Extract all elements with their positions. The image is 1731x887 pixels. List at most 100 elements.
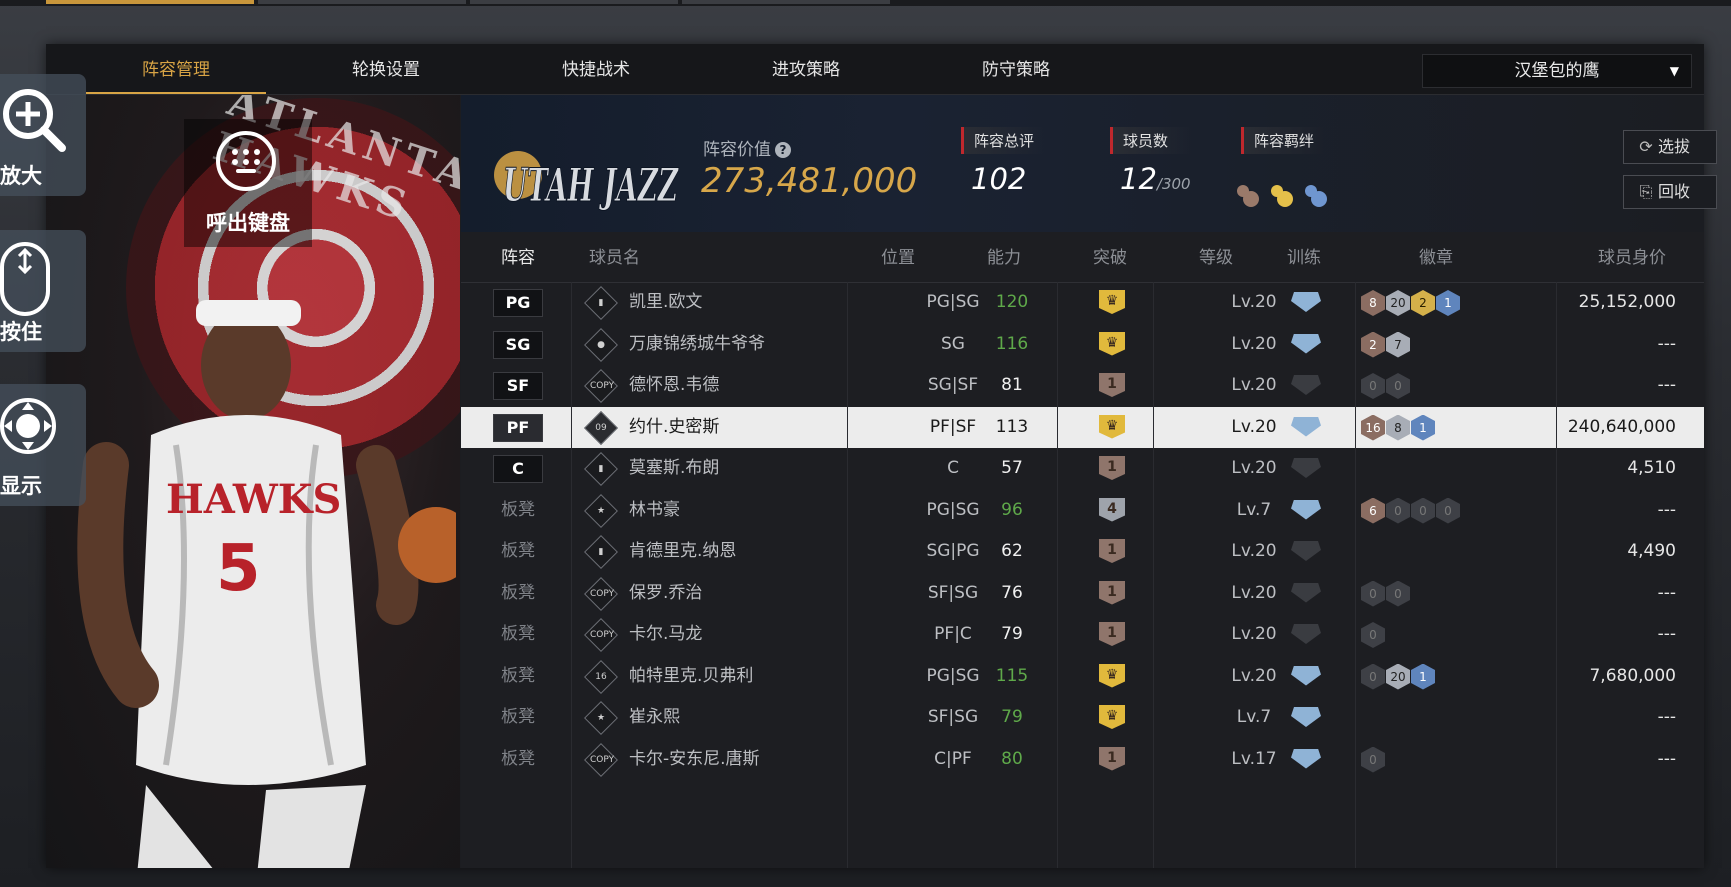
breakthrough-level-icon[interactable]: 1 — [1099, 373, 1125, 397]
slot-badge: PG — [493, 289, 543, 317]
table-header: 阵容 球员名 位置 能力 突破 等级 训练 徽章 球员身价 — [461, 232, 1704, 283]
player-ability: 79 — [1001, 707, 1023, 727]
slot-badge: C — [493, 455, 543, 483]
player-value: --- — [1657, 748, 1676, 769]
badge-icon[interactable]: 1 — [1411, 414, 1435, 441]
player-ability: 62 — [1001, 541, 1023, 561]
slot-badge: PF — [493, 413, 543, 442]
top-tab-indicator[interactable] — [682, 0, 890, 4]
badge-icon[interactable]: 0 — [1361, 373, 1385, 399]
player-name: 万康锦绣城牛爷爷 — [629, 333, 765, 354]
player-value: --- — [1657, 499, 1676, 520]
recycle-button[interactable]: ⎘ 回收 — [1623, 175, 1717, 209]
refresh-icon: ⟳ — [1639, 137, 1653, 156]
table-row[interactable]: SG ● 万康锦绣城牛爷爷 SG 116 ♛ Lv.20 2 7 --- — [461, 324, 1704, 365]
top-tab-indicator[interactable] — [470, 0, 678, 4]
jersey-number: 5 — [216, 532, 261, 606]
column-divider — [1355, 282, 1356, 868]
badge-icon[interactable]: 0 — [1386, 497, 1410, 524]
badge-icon[interactable]: 0 — [1386, 580, 1410, 607]
badge-icon[interactable]: 0 — [1386, 373, 1410, 399]
breakthrough-level-icon[interactable]: 4 — [1099, 497, 1125, 522]
player-level: Lv.20 — [1231, 292, 1277, 312]
col-level: 等级 — [1199, 248, 1233, 268]
player-type-icon: COPY — [584, 369, 618, 403]
badge-icon[interactable]: 0 — [1361, 622, 1385, 648]
badge-icon[interactable]: 0 — [1411, 497, 1435, 524]
table-row[interactable]: 板凳 COPY 卡尔-安东尼.唐斯 C|PF 80 1 Lv.17 0 --- — [461, 739, 1704, 780]
table-row[interactable]: PG ▮ 凯里.欧文 PG|SG 120 ♛ Lv.20 8 20 2 1 25,152,000 — [461, 282, 1704, 323]
table-row[interactable]: 板凳 16 帕特里克.贝弗利 PG|SG 115 ♛ Lv.20 0 20 1 7,680,000 — [461, 656, 1704, 697]
breakthrough-level-icon[interactable]: 1 — [1099, 539, 1125, 563]
badge-icon[interactable]: 0 — [1361, 746, 1385, 773]
player-value: --- — [1657, 707, 1676, 727]
breakthrough-crown-icon[interactable]: ♛ — [1099, 663, 1125, 688]
table-row[interactable]: 板凳 ★ 林书豪 PG|SG 96 4 Lv.7 6 0 0 0 --- — [461, 490, 1704, 531]
table-row[interactable]: 板凳 ▮ 肯德里克.纳恩 SG|PG 62 1 Lv.20 4,490 — [461, 531, 1704, 572]
bond-blue-icon[interactable] — [1305, 185, 1327, 207]
table-row[interactable]: 板凳 COPY 保罗.乔治 SF|SG 76 1 Lv.20 0 0 --- — [461, 573, 1704, 614]
badge-icon[interactable]: 2 — [1411, 290, 1435, 316]
breakthrough-level-icon[interactable]: 1 — [1099, 622, 1125, 646]
jazz-logo-text: UTAH JAZZ — [503, 158, 679, 212]
player-ability: 120 — [995, 292, 1029, 312]
top-tab-indicator[interactable] — [258, 0, 466, 4]
badge-icon[interactable]: 6 — [1361, 497, 1385, 524]
badge-list: 0 — [1361, 746, 1386, 773]
help-icon[interactable]: ? — [775, 142, 791, 158]
table-row[interactable]: 板凳 COPY 卡尔.马龙 PF|C 79 1 Lv.20 0 --- — [461, 614, 1704, 655]
select-button[interactable]: ⟳ 选拔 — [1623, 130, 1717, 164]
badge-icon[interactable]: 2 — [1361, 331, 1385, 358]
breakthrough-crown-icon[interactable]: ♛ — [1099, 414, 1125, 439]
badge-icon[interactable]: 0 — [1361, 580, 1385, 607]
badge-icon[interactable]: 8 — [1361, 290, 1385, 316]
table-row[interactable]: SF COPY 德怀恩.韦德 SG|SF 81 1 Lv.20 0 0 --- — [461, 365, 1704, 406]
bond-icons[interactable] — [1231, 181, 1341, 213]
display-label: 显示 — [0, 474, 42, 498]
bond-bronze-icon[interactable] — [1237, 185, 1259, 207]
player-level: Lv.20 — [1231, 541, 1277, 561]
badge-icon[interactable]: 0 — [1436, 497, 1460, 524]
player-count-label: 球员数 — [1110, 127, 1191, 154]
tab-offense-strategy[interactable]: 进攻策略 — [716, 44, 896, 92]
hold-label: 按住 — [0, 320, 42, 344]
player-level: Lv.20 — [1231, 458, 1277, 478]
breakthrough-level-icon[interactable]: 1 — [1099, 580, 1125, 605]
tab-defense-strategy[interactable]: 防守策略 — [926, 44, 1106, 92]
player-name: 卡尔.马龙 — [629, 624, 703, 644]
badge-icon[interactable]: 7 — [1386, 331, 1410, 358]
tab-quick-tactics[interactable]: 快捷战术 — [506, 44, 686, 92]
bond-gold-icon[interactable] — [1271, 185, 1293, 207]
badge-icon[interactable]: 20 — [1386, 663, 1410, 690]
display-button[interactable]: 显示 — [0, 384, 86, 506]
team-select[interactable]: 汉堡包的鹰 ▼ — [1422, 54, 1692, 88]
badge-icon[interactable]: 1 — [1411, 663, 1435, 690]
player-level: Lv.20 — [1231, 375, 1277, 395]
tab-lineup-management[interactable]: 阵容管理 — [86, 44, 266, 94]
badge-icon[interactable]: 16 — [1361, 414, 1385, 441]
badge-list: 00 — [1361, 373, 1411, 399]
breakthrough-crown-icon[interactable]: ♛ — [1099, 331, 1125, 356]
badge-icon[interactable]: 8 — [1386, 414, 1410, 441]
player-name: 肯德里克.纳恩 — [629, 541, 737, 561]
player-type-icon: COPY — [584, 618, 618, 652]
bench-label: 板凳 — [501, 707, 535, 727]
breakthrough-crown-icon[interactable]: ♛ — [1099, 290, 1125, 314]
table-row[interactable]: 板凳 ★ 崔永熙 SF|SG 79 ♛ Lv.7 --- — [461, 697, 1704, 738]
breakthrough-level-icon[interactable]: 1 — [1099, 746, 1125, 771]
tab-rotation-settings[interactable]: 轮换设置 — [296, 44, 476, 92]
badge-icon[interactable]: 0 — [1361, 663, 1385, 690]
keyboard-button[interactable]: 呼出键盘 — [184, 119, 312, 247]
hold-button[interactable]: 按住 — [0, 230, 86, 352]
team-select-value: 汉堡包的鹰 — [1514, 61, 1600, 81]
badge-icon[interactable]: 20 — [1386, 290, 1410, 316]
table-row[interactable]: PF 09 约什.史密斯 PF|SF 113 ♛ Lv.20 16 8 1 240,640,000 — [461, 406, 1704, 448]
player-name: 保罗.乔治 — [629, 582, 703, 603]
top-tab-indicator-active[interactable] — [46, 0, 254, 4]
badge-icon[interactable]: 1 — [1436, 290, 1460, 316]
player-value: --- — [1657, 333, 1676, 354]
zoom-button[interactable]: 放大 — [0, 74, 86, 196]
breakthrough-crown-icon[interactable]: ♛ — [1099, 705, 1125, 729]
table-row[interactable]: C ▮ 莫塞斯.布朗 C 57 1 Lv.20 4,510 — [461, 448, 1704, 489]
breakthrough-level-icon[interactable]: 1 — [1099, 456, 1125, 480]
